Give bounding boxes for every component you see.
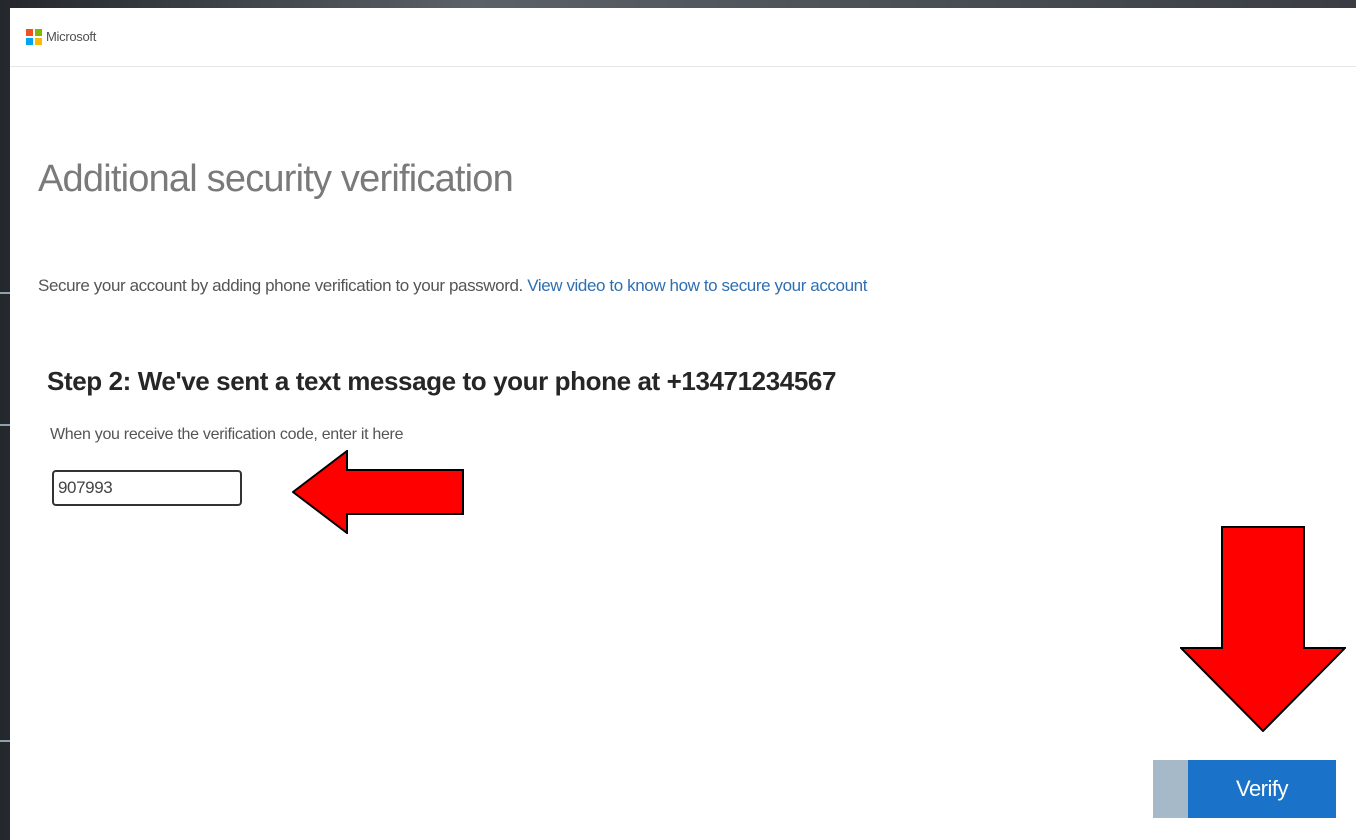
- logo-square-green: [35, 29, 42, 36]
- header-bar: Microsoft: [10, 8, 1356, 67]
- page-title: Additional security verification: [38, 158, 514, 200]
- background-edge-mark: [0, 424, 10, 426]
- logo-square-red: [26, 29, 33, 36]
- brand-name: Microsoft: [46, 29, 97, 44]
- microsoft-logo-icon: [26, 29, 42, 45]
- red-left-arrow-icon: [292, 450, 464, 534]
- page-description: Secure your account by adding phone veri…: [38, 276, 867, 296]
- background-edge-mark: [0, 292, 10, 294]
- background-edge-mark: [0, 740, 10, 742]
- description-text: Secure your account by adding phone veri…: [38, 276, 523, 295]
- red-down-arrow-icon: [1180, 526, 1346, 732]
- video-help-link[interactable]: View video to know how to secure your ac…: [527, 276, 867, 295]
- logo-square-yellow: [35, 38, 42, 45]
- verification-code-input[interactable]: [52, 470, 242, 506]
- logo-square-blue: [26, 38, 33, 45]
- verify-button[interactable]: Verify: [1188, 760, 1336, 818]
- screenshot-stage: Microsoft Additional security verificati…: [0, 0, 1356, 840]
- code-field-label: When you receive the verification code, …: [50, 426, 404, 443]
- sign-in-window: Microsoft Additional security verificati…: [10, 8, 1356, 840]
- step-heading: Step 2: We've sent a text message to you…: [47, 366, 837, 396]
